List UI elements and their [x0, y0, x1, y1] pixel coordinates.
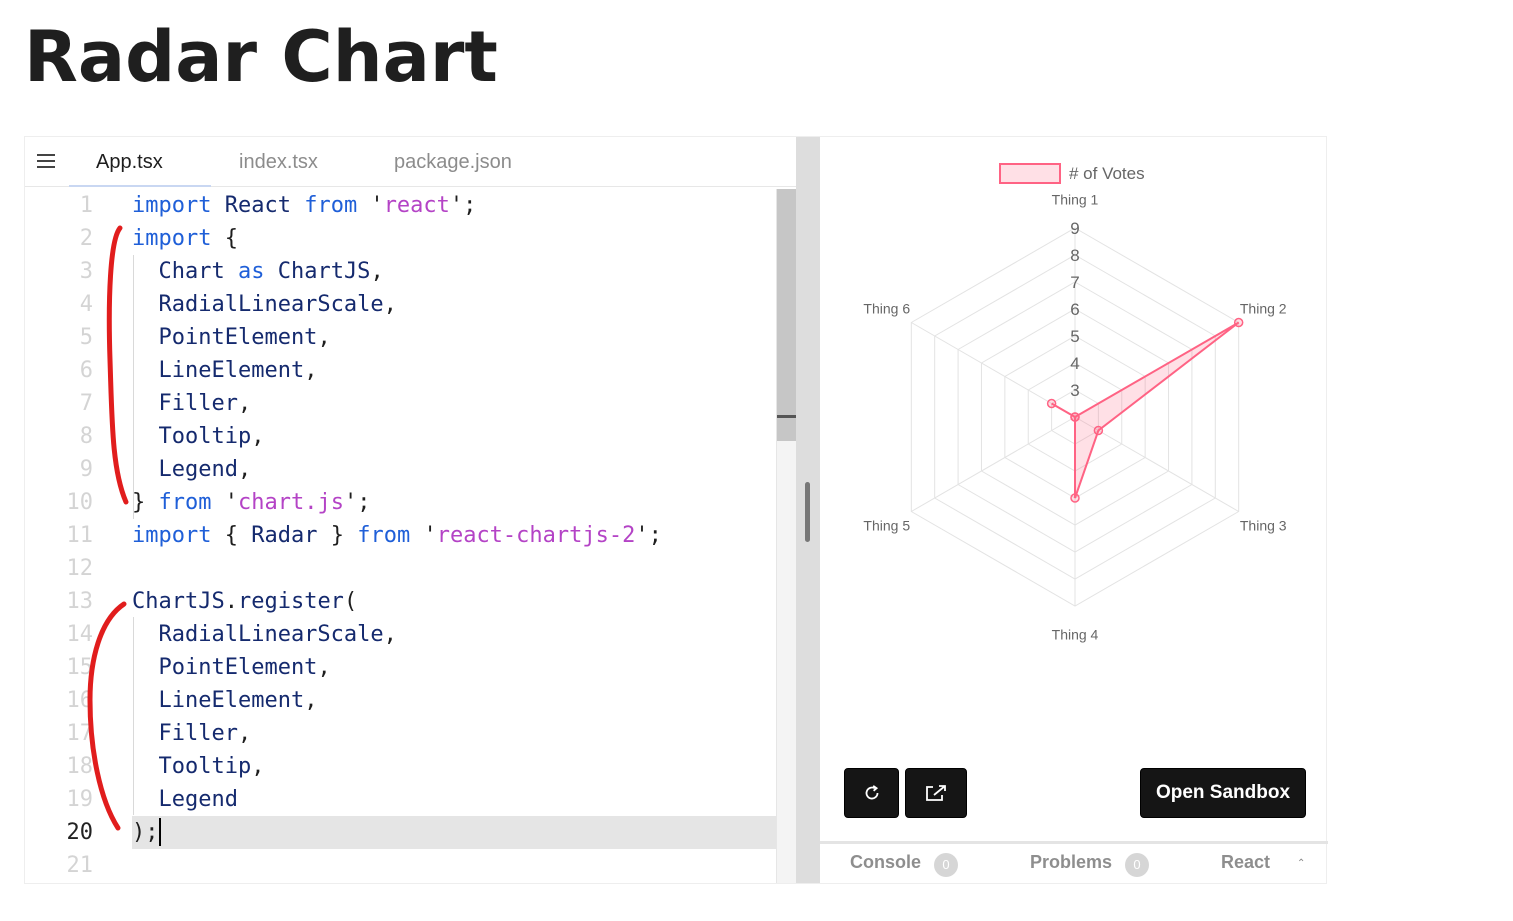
tab-index-tsx[interactable]: index.tsx — [239, 151, 318, 174]
open-sandbox-button[interactable]: Open Sandbox — [1140, 768, 1306, 818]
radar-point-label: Thing 3 — [1240, 518, 1287, 534]
radar-data-point — [1070, 412, 1080, 422]
editor-tab-bar: App.tsx index.tsx package.json — [25, 137, 796, 187]
code-line[interactable]: PointElement, — [132, 651, 330, 684]
line-number: 18 — [66, 754, 94, 779]
line-number: 4 — [79, 292, 93, 317]
radar-data-point — [1046, 398, 1057, 409]
code-sandbox-embed: App.tsx index.tsx package.json 1 import R… — [24, 136, 1328, 884]
radar-data-point — [1233, 317, 1244, 328]
code-line[interactable]: LineElement, — [132, 354, 317, 387]
radar-point-label: Thing 1 — [1052, 192, 1099, 208]
radar-angle-line — [911, 416, 1076, 512]
code-line[interactable]: } from 'chart.js'; — [132, 486, 370, 519]
code-line[interactable]: Legend, — [132, 453, 251, 486]
line-number: 17 — [66, 721, 94, 746]
code-line[interactable]: ChartJS.register( — [132, 585, 357, 618]
radar-point-label: Thing 4 — [1052, 626, 1099, 642]
radar-tick-label: 3 — [1070, 381, 1079, 400]
radar-chart: 3 4 5 6 7 8 9 Thing 1 Thing 2 Thing 3 Thing 4 Thing… — [863, 163, 1287, 642]
line-number: 12 — [66, 556, 94, 581]
line-number: 9 — [79, 457, 93, 482]
code-line[interactable]: RadialLinearScale, — [132, 288, 396, 321]
hamburger-icon[interactable] — [37, 154, 57, 170]
code-line[interactable]: Tooltip, — [132, 750, 264, 783]
legend-label: # of Votes — [1069, 164, 1145, 183]
radar-tick-label: 6 — [1070, 300, 1079, 319]
tab-app-tsx[interactable]: App.tsx — [96, 151, 163, 174]
line-number: 3 — [79, 259, 93, 284]
code-area[interactable]: 1 import React from 'react'; 2 import { 3 Ch… — [25, 189, 776, 883]
line-number: 21 — [66, 853, 94, 878]
line-number: 19 — [66, 787, 94, 812]
line-number: 14 — [66, 622, 94, 647]
line-number: 15 — [66, 655, 94, 680]
code-line[interactable]: RadialLinearScale, — [132, 618, 396, 651]
radar-tick-label: 9 — [1070, 219, 1079, 238]
radar-data-point — [1093, 425, 1104, 436]
legend-swatch — [999, 163, 1061, 184]
code-line[interactable]: Chart as ChartJS, — [132, 255, 383, 288]
line-number: 7 — [79, 391, 93, 416]
code-line[interactable]: import React from 'react'; — [132, 189, 476, 222]
code-line[interactable]: Legend — [132, 783, 237, 816]
text-cursor — [158, 818, 161, 846]
tab-package-json[interactable]: package.json — [394, 151, 512, 174]
open-in-new-window-button[interactable] — [905, 768, 967, 818]
current-line-highlight — [132, 816, 776, 849]
line-number: 16 — [66, 688, 94, 713]
code-line[interactable]: PointElement, — [132, 321, 330, 354]
page-title: Radar Chart — [24, 16, 498, 98]
active-tab-indicator — [69, 185, 211, 187]
code-line[interactable]: LineElement, — [132, 684, 317, 717]
refresh-icon — [865, 785, 878, 800]
radar-tick-label: 8 — [1070, 246, 1079, 265]
indent-guide — [133, 617, 134, 815]
code-line[interactable]: import { — [132, 222, 238, 255]
line-number: 5 — [79, 325, 93, 350]
console-count-badge: 0 — [934, 853, 958, 877]
radar-tick-label: 5 — [1070, 327, 1079, 346]
code-line[interactable]: Filler, — [132, 387, 251, 420]
line-number: 6 — [79, 358, 93, 383]
editor-scrollbar-thumb[interactable] — [777, 189, 796, 441]
code-line[interactable]: import { Radar } from 'react-chartjs-2'; — [132, 519, 662, 552]
scrollbar-cursor-marker — [777, 415, 796, 418]
problems-count-badge: 0 — [1125, 853, 1149, 877]
refresh-button[interactable] — [844, 768, 899, 818]
line-number: 8 — [79, 424, 93, 449]
code-line[interactable]: Tooltip, — [132, 420, 264, 453]
indent-guide — [133, 255, 134, 519]
radar-point-label: Thing 6 — [863, 300, 910, 316]
radar-point-label: Thing 2 — [1240, 300, 1287, 316]
tab-problems[interactable]: Problems — [1030, 852, 1112, 873]
tab-console[interactable]: Console — [850, 852, 921, 873]
caret-up-icon[interactable]: ⌃ — [1297, 858, 1305, 869]
radar-tick-label: 4 — [1070, 354, 1079, 373]
resize-grip[interactable] — [805, 482, 810, 542]
radar-data-point — [1070, 493, 1080, 503]
line-number: 1 — [79, 193, 93, 218]
radar-point-label: Thing 5 — [863, 518, 910, 534]
radar-tick-label: 7 — [1070, 273, 1079, 292]
tab-react[interactable]: React — [1221, 852, 1270, 873]
preview-panel: 3 4 5 6 7 8 9 Thing 1 Thing 2 Thing 3 Thing 4 Thing… — [820, 137, 1328, 883]
code-line[interactable]: Filler, — [132, 717, 251, 750]
line-number: 10 — [66, 490, 94, 515]
line-number: 11 — [66, 523, 94, 548]
devtools-bar: Console 0 Problems 0 React ⌃ — [820, 841, 1328, 883]
code-line[interactable]: ); — [132, 816, 159, 849]
line-number: 2 — [79, 226, 93, 251]
external-link-icon — [926, 785, 946, 801]
line-number: 20 — [66, 820, 94, 845]
code-editor: App.tsx index.tsx package.json 1 import R… — [25, 137, 797, 883]
line-number: 13 — [66, 589, 94, 614]
